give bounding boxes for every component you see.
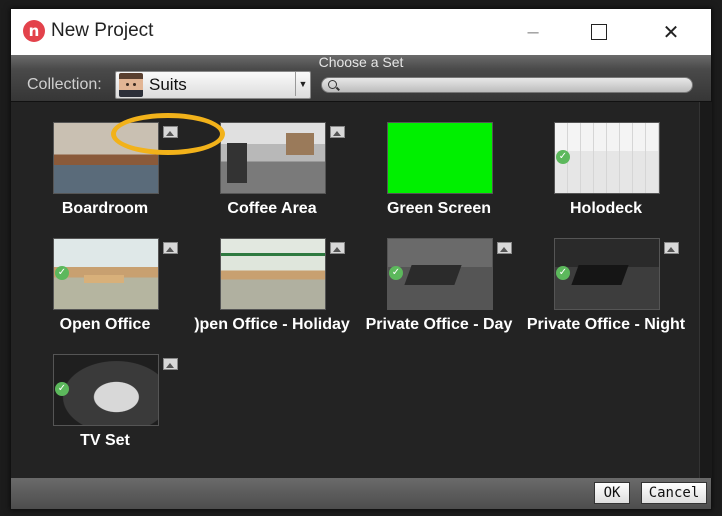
set-tile-open-office[interactable]: ✓ Open Office	[21, 238, 189, 348]
set-label: Open Office	[59, 316, 151, 333]
vertical-scrollbar[interactable]	[699, 102, 712, 478]
highlight-annotation-ring	[111, 113, 225, 155]
maximize-icon	[591, 24, 607, 40]
collection-avatar-icon	[119, 73, 143, 97]
choose-set-header: Choose a Set	[11, 55, 711, 69]
set-label: Boardroom	[61, 200, 149, 217]
set-label: )pen Office - Holiday	[194, 316, 350, 333]
dropdown-arrow-icon[interactable]: ▼	[295, 72, 310, 96]
set-grid: Boardroom Coffee Area Green Screen ✓ Hol…	[11, 102, 699, 478]
search-icon	[328, 80, 337, 89]
image-icon	[163, 242, 178, 254]
check-icon: ✓	[556, 266, 570, 280]
check-icon: ✓	[55, 266, 69, 280]
image-icon	[664, 242, 679, 254]
image-icon	[330, 242, 345, 254]
set-label: Green Screen	[386, 200, 492, 217]
set-label: Private Office - Day	[365, 316, 513, 333]
set-label: Holodeck	[569, 200, 642, 217]
check-icon: ✓	[389, 266, 403, 280]
set-thumbnail	[220, 238, 326, 310]
check-icon: ✓	[556, 150, 570, 164]
set-tile-open-office-holidays[interactable]: )pen Office - Holiday	[188, 238, 356, 348]
search-input[interactable]	[321, 77, 693, 93]
ok-button[interactable]: OK	[594, 482, 630, 504]
set-thumbnail	[220, 122, 326, 194]
collection-toolbar: Collection: Suits ▼	[11, 69, 711, 102]
image-icon	[330, 126, 345, 138]
dialog-footer: OK Cancel	[11, 478, 711, 509]
close-button[interactable]: ✕	[639, 9, 703, 55]
maximize-button[interactable]	[567, 9, 631, 55]
collection-dropdown[interactable]: Suits ▼	[115, 71, 311, 99]
set-tile-holodeck[interactable]: ✓ Holodeck	[522, 122, 690, 232]
set-tile-green-screen[interactable]: Green Screen	[355, 122, 523, 232]
new-project-dialog: n New Project – ✕ Choose a Set Collectio…	[10, 8, 712, 510]
title-bar: n New Project – ✕	[11, 9, 711, 55]
set-label: TV Set	[80, 432, 130, 449]
set-label: Private Office - Night	[526, 316, 686, 333]
set-tile-tv-set[interactable]: ✓ TV Set	[21, 354, 189, 464]
window-title: New Project	[51, 20, 154, 41]
set-label: Coffee Area	[227, 200, 317, 217]
check-icon: ✓	[55, 382, 69, 396]
collection-value: Suits	[149, 75, 187, 94]
minimize-button[interactable]: –	[501, 9, 565, 55]
set-thumbnail	[387, 122, 493, 194]
cancel-button[interactable]: Cancel	[641, 482, 707, 504]
collection-label: Collection:	[27, 76, 102, 93]
set-tile-private-office-day[interactable]: ✓ Private Office - Day	[355, 238, 523, 348]
image-icon	[497, 242, 512, 254]
app-logo-icon: n	[23, 20, 45, 42]
image-icon	[163, 358, 178, 370]
set-tile-private-office-night[interactable]: ✓ Private Office - Night	[522, 238, 690, 348]
